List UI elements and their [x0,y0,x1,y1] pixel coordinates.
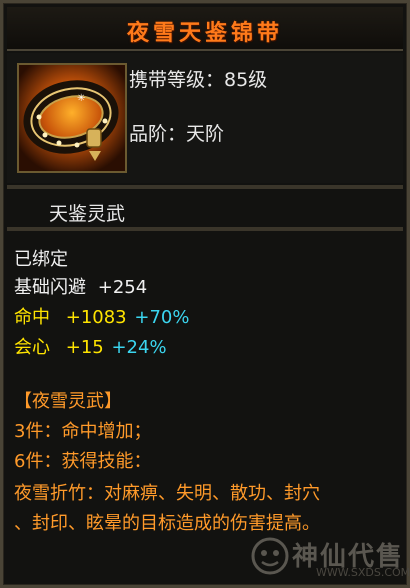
stat-label: 命中 [14,307,50,328]
belt-icon: ✳ [17,63,127,173]
stat-bonus: +70% [134,307,190,328]
set-bonus-3: 3件：命中增加； [14,421,152,442]
stat-label: 基础闪避 [14,277,86,298]
stat-label: 会心 [14,337,50,358]
item-grade: 品阶：天阶 [129,123,225,145]
item-tooltip: 夜雪天鉴锦带 ✳ 携带等级：85级 品阶：天阶 天鉴灵武 已绑定 基础闪避 +2… [0,0,410,588]
stat-value: +254 [97,277,148,298]
stat-bonus: +24% [111,337,167,358]
skill-desc-line2: 、封印、眩晕的目标造成的伤害提高。 [14,513,320,534]
title-bar: 夜雪天鉴锦带 [7,7,403,51]
watermark-logo-icon [251,537,289,575]
stat-dodge: 基础闪避 +254 [14,273,147,299]
watermark: 神仙代售 WWW.SXDS.COM [248,534,410,584]
item-header-panel: ✳ 携带等级：85级 品阶：天阶 [7,53,403,183]
stat-hit: 命中 +1083 +70% [14,303,189,329]
carry-level: 携带等级：85级 [129,69,268,91]
divider [7,185,403,189]
skill-desc-line1: 夜雪折竹：对麻痹、失明、散功、封穴 [14,483,320,504]
stat-value: +1083 [65,307,127,328]
watermark-url: WWW.SXDS.COM [316,566,410,579]
svg-text:✳: ✳ [77,93,85,104]
set-header: 【夜雪灵武】 [14,391,122,412]
divider [7,227,403,231]
bound-status: 已绑定 [14,249,68,270]
set-name: 天鉴灵武 [49,203,126,225]
item-name: 夜雪天鉴锦带 [126,21,283,46]
stat-value: +15 [65,337,104,358]
set-bonus-6: 6件：获得技能： [14,451,152,472]
stat-crit: 会心 +15 +24% [14,333,167,359]
